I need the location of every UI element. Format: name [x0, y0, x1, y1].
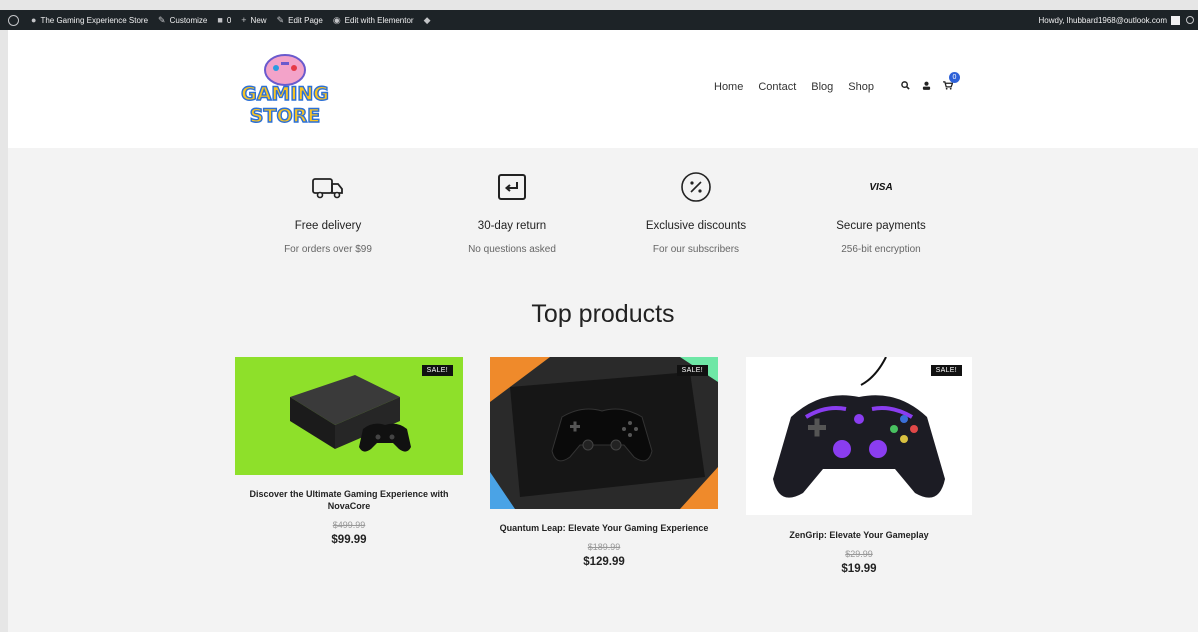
- feature-30-day-return: 30-day return No questions asked: [427, 170, 597, 255]
- comment-icon: ■: [217, 14, 223, 25]
- feature-title: Free delivery: [294, 220, 362, 232]
- visa-icon-text: VISA: [869, 181, 893, 193]
- feature-free-delivery: Free delivery For orders over $99: [243, 170, 413, 255]
- admin-new-label: New: [250, 15, 267, 25]
- account-icon[interactable]: [922, 81, 931, 93]
- visa-icon: VISA: [796, 170, 966, 204]
- gaming-store-logo-icon: GAMING STORE: [240, 54, 330, 128]
- svg-text:STORE: STORE: [250, 105, 320, 127]
- nav-shop[interactable]: Shop: [848, 81, 874, 93]
- admin-new-link[interactable]: + New: [241, 14, 267, 25]
- sale-badge: SALE!: [676, 365, 708, 376]
- wp-admin-bar: ● The Gaming Experience Store ✎ Customiz…: [0, 10, 1198, 30]
- main-nav: Home Contact Blog Shop 0: [714, 72, 960, 93]
- purple-gamepad-image-icon: [773, 357, 945, 498]
- nav-home[interactable]: Home: [714, 81, 743, 93]
- feature-exclusive-discounts: Exclusive discounts For our subscribers: [611, 170, 781, 255]
- feature-title: Secure payments: [836, 220, 926, 232]
- brush-icon: ✎: [158, 14, 166, 25]
- cart-count-badge: 0: [949, 72, 960, 83]
- product-card[interactable]: SALE! Discover the Ultimate Gaming Exper…: [235, 357, 463, 546]
- sale-badge: SALE!: [421, 365, 453, 376]
- admin-site-link[interactable]: ● The Gaming Experience Store: [31, 14, 149, 25]
- admin-comments-link[interactable]: ■ 0: [217, 14, 232, 25]
- site-logo[interactable]: GAMING STORE: [230, 50, 340, 130]
- product-old-price: $29.99: [845, 549, 873, 559]
- product-title[interactable]: ZenGrip: Elevate Your Gameplay: [746, 529, 972, 541]
- plus-icon: +: [241, 14, 247, 25]
- product-image[interactable]: SALE!: [235, 357, 463, 475]
- dashboard-icon: ●: [31, 14, 37, 25]
- admin-howdy[interactable]: Howdy, lhubbard1968@outlook.com: [1039, 16, 1168, 25]
- nav-contact[interactable]: Contact: [758, 81, 796, 93]
- product-price: $19.99: [841, 563, 877, 575]
- admin-site-name: The Gaming Experience Store: [40, 15, 149, 25]
- product-card[interactable]: SALE! Quantum Leap: Elevate Your Gaming …: [490, 357, 718, 568]
- diamond-glyph-icon: ◆: [423, 14, 431, 25]
- feature-subtitle: No questions asked: [468, 244, 556, 255]
- product-old-price: $499.99: [332, 520, 366, 530]
- cart-icon[interactable]: 0: [943, 72, 960, 93]
- admin-customize-link[interactable]: ✎ Customize: [158, 14, 208, 25]
- avatar[interactable]: [1171, 15, 1180, 25]
- percent-icon: [611, 170, 781, 204]
- admin-comments-count: 0: [226, 15, 232, 25]
- admin-account-area: Howdy, lhubbard1968@outlook.com: [1039, 15, 1198, 25]
- feature-secure-payments: VISA Secure payments 256-bit encryption: [796, 170, 966, 256]
- product-card[interactable]: SALE! ZenGrip: Elevate Your Gameplay $29…: [746, 357, 972, 575]
- return-icon: [427, 170, 597, 204]
- feature-subtitle: For orders over $99: [284, 244, 372, 255]
- svg-text:GAMING: GAMING: [241, 83, 329, 105]
- admin-search-icon[interactable]: [1186, 16, 1194, 24]
- sale-badge: SALE!: [930, 365, 962, 376]
- product-price: $99.99: [331, 534, 367, 546]
- page: GAMING STORE Home Contact Blog Shop 0 Fr…: [8, 30, 1198, 632]
- diamond-icon[interactable]: ◆: [423, 14, 435, 25]
- admin-edit-page-label: Edit Page: [288, 15, 323, 25]
- product-image[interactable]: SALE!: [746, 357, 972, 515]
- ps4-controller-image-icon: [490, 357, 718, 509]
- feature-subtitle: For our subscribers: [652, 244, 740, 255]
- admin-customize-label: Customize: [169, 15, 208, 25]
- admin-edit-page-link[interactable]: ✎ Edit Page: [276, 14, 323, 25]
- nav-blog[interactable]: Blog: [811, 81, 833, 93]
- admin-edit-elementor-label: Edit with Elementor: [344, 15, 414, 25]
- pencil-icon: ✎: [276, 14, 285, 25]
- product-price: $129.99: [583, 556, 625, 568]
- site-header: GAMING STORE Home Contact Blog Shop 0: [8, 30, 1198, 148]
- search-icon[interactable]: [901, 81, 910, 93]
- product-image[interactable]: SALE!: [490, 357, 718, 509]
- wordpress-logo-icon[interactable]: [8, 14, 19, 26]
- product-title[interactable]: Discover the Ultimate Gaming Experience …: [235, 488, 463, 512]
- truck-icon: [243, 170, 413, 204]
- top-products-heading: Top products: [531, 300, 675, 328]
- feature-title: 30-day return: [477, 220, 547, 232]
- feature-subtitle: 256-bit encryption: [841, 244, 921, 255]
- elementor-icon: ◉: [332, 14, 341, 25]
- admin-edit-elementor-link[interactable]: ◉ Edit with Elementor: [332, 14, 414, 25]
- product-title[interactable]: Quantum Leap: Elevate Your Gaming Experi…: [490, 522, 718, 534]
- feature-title: Exclusive discounts: [645, 220, 747, 232]
- product-old-price: $189.99: [587, 542, 621, 552]
